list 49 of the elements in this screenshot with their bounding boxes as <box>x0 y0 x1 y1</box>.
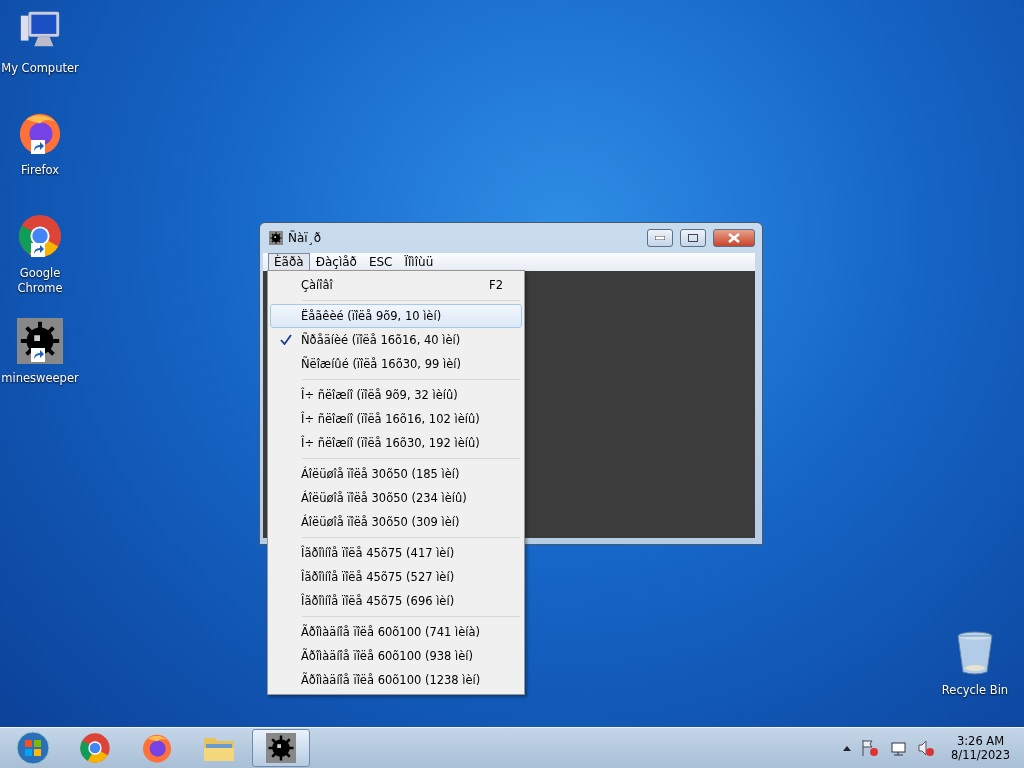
desktop-icon-label[interactable]: My Computer <box>1 61 79 76</box>
close-icon <box>728 233 740 243</box>
menu-item[interactable]: Ñëîæíûé (ïîëå 16õ30, 99 ìèí) <box>270 352 522 376</box>
menu-item[interactable]: Î÷ ñëîæíî (ïîëå 9õ9, 32 ìèíû) <box>270 383 522 407</box>
minimize-icon <box>655 236 665 240</box>
windows-logo-icon <box>16 731 50 765</box>
menu-item[interactable]: Ñðåäíèé (ïîëå 16õ16, 40 ìèí) <box>270 328 522 352</box>
menu-bar-item[interactable]: Èãðà <box>268 253 310 271</box>
speaker-icon[interactable] <box>917 739 936 757</box>
menu-item[interactable]: Ãðîìàäíîå ïîëå 60õ100 (741 ìèíà) <box>270 620 522 644</box>
menu-bar-item[interactable]: Ïîìîùü <box>398 253 440 271</box>
menu-item[interactable]: Î÷ ñëîæíî (ïîëå 16õ16, 102 ìèíû) <box>270 407 522 431</box>
menu-item[interactable]: Îãðîìíîå ïîëå 45õ75 (417 ìèí) <box>270 541 522 565</box>
desktop-icon-label[interactable]: Firefox <box>20 163 60 178</box>
network-icon[interactable] <box>889 739 908 757</box>
show-hidden-icons-icon[interactable] <box>843 745 852 751</box>
menu-bar-item[interactable]: ESC <box>362 253 399 271</box>
taskbar-app-button[interactable] <box>252 729 310 767</box>
desktop-icon-label[interactable]: minesweeper <box>1 371 79 386</box>
minimize-button[interactable] <box>647 229 673 247</box>
shortcut-arrow-icon <box>31 140 45 154</box>
menu-item[interactable]: Áîëüøîå ïîëå 30õ50 (185 ìèí) <box>270 462 522 486</box>
chrome-icon <box>79 732 111 764</box>
desktop-icon-label[interactable]: Google Chrome <box>0 266 80 296</box>
menu-item[interactable]: Î÷ ñëîæíî (ïîëå 16õ30, 192 ìèíû) <box>270 431 522 455</box>
firefox-icon <box>141 732 173 764</box>
menu-item[interactable]: Îãðîìíîå ïîëå 45õ75 (696 ìèí) <box>270 589 522 613</box>
menu-item[interactable]: Îãðîìíîå ïîëå 45õ75 (527 ìèí) <box>270 565 522 589</box>
window-title: Ñàï¸ð <box>288 231 322 245</box>
clock[interactable]: 3:26 AM 8/11/2023 <box>945 734 1016 762</box>
shortcut-arrow-icon <box>31 243 45 257</box>
menu-item[interactable]: Ëåãêèé (ïîëå 9õ9, 10 ìèí) <box>270 304 522 328</box>
checkmark-icon <box>280 333 292 345</box>
recycle-bin-icon <box>955 630 995 676</box>
maximize-icon <box>688 234 698 242</box>
mine-icon <box>266 733 296 763</box>
menu-item[interactable]: Ãðîìàäíîå ïîëå 60õ100 (1238 ìèí) <box>270 668 522 692</box>
maximize-button[interactable] <box>680 229 706 247</box>
mine-icon <box>269 231 283 245</box>
menu-bar-item[interactable]: Ðàçìåð <box>309 253 363 271</box>
menu-item[interactable]: Ãðîìàäíîå ïîëå 60õ100 (938 ìèí) <box>270 644 522 668</box>
desktop-icon-label[interactable]: Recycle Bin <box>941 683 1009 698</box>
shortcut-arrow-icon <box>31 348 45 362</box>
menu-item[interactable]: Çàíîâî F2 <box>270 273 522 297</box>
menu-item[interactable]: Áîëüøîå ïîëå 30õ50 (234 ìèíû) <box>270 486 522 510</box>
flag-icon[interactable] <box>861 739 880 757</box>
mine-icon <box>17 318 63 364</box>
menu-item[interactable]: Áîëüøîå ïîëå 30õ50 (309 ìèí) <box>270 510 522 534</box>
close-button[interactable] <box>713 229 755 247</box>
